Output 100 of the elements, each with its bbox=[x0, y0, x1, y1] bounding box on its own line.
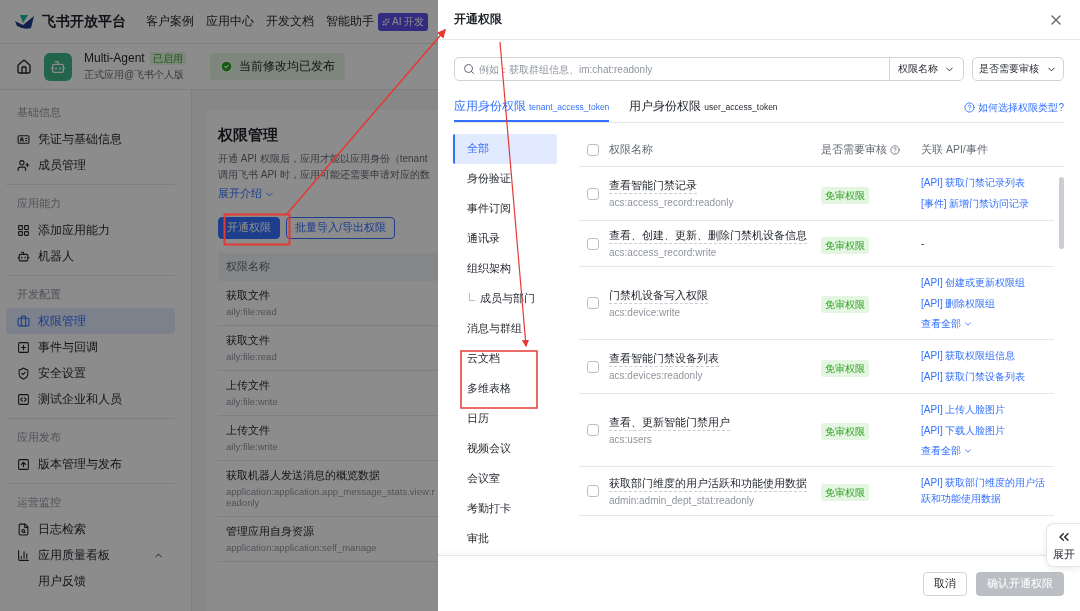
user-plus-icon bbox=[17, 158, 30, 172]
row-checkbox[interactable] bbox=[587, 360, 599, 373]
footer-button[interactable]: 取消 bbox=[923, 571, 967, 596]
api-link[interactable]: [API] 删除权限组 bbox=[921, 296, 1054, 312]
view-all-link[interactable]: 查看全部 bbox=[921, 317, 1054, 331]
api-link[interactable]: [API] 创建或更新权限组 bbox=[921, 275, 1054, 291]
grid-icon bbox=[17, 223, 30, 237]
sidebar-item[interactable]: 添加应用能力 bbox=[6, 217, 175, 243]
api-link[interactable]: [API] 下载人脸图片 bbox=[921, 423, 1054, 439]
permission-name: 获取部门维度的用户活跃和功能使用数据 bbox=[609, 476, 807, 492]
category-item[interactable]: 消息与群组 bbox=[453, 314, 557, 344]
permission-name: 查看、创建、更新、删除门禁机设备信息 bbox=[609, 229, 807, 244]
select-all-checkbox[interactable] bbox=[587, 144, 599, 156]
api-link[interactable]: [API] 获取门禁设备列表 bbox=[921, 369, 1054, 385]
nav-link[interactable]: 客户案例 bbox=[146, 13, 194, 30]
sidebar-item[interactable]: 机器人 bbox=[6, 243, 175, 269]
ai-badge: AI 开发 bbox=[378, 12, 429, 31]
sidebar-item[interactable]: 事件与回调 bbox=[6, 334, 175, 360]
action-button[interactable]: 开通权限 bbox=[218, 217, 280, 239]
column-header: 关联 API/事件 bbox=[921, 143, 989, 157]
category-item[interactable]: 日历 bbox=[453, 404, 557, 434]
highlight-frame bbox=[223, 213, 291, 246]
row-checkbox[interactable] bbox=[587, 485, 599, 497]
help-link[interactable]: 如何选择权限类型? bbox=[964, 100, 1064, 115]
api-link[interactable]: [API] 获取权限组信息 bbox=[921, 348, 1054, 364]
square-plus-icon bbox=[17, 340, 30, 354]
home-icon[interactable] bbox=[16, 58, 32, 75]
permission-name: 上传文件 bbox=[226, 379, 271, 393]
review-badge: 免审权限 bbox=[821, 186, 869, 204]
logo-icon bbox=[14, 13, 36, 30]
category-item[interactable]: 视频会议 bbox=[453, 434, 557, 464]
category-item[interactable]: 组织架构 bbox=[453, 254, 557, 284]
briefcase-icon bbox=[17, 314, 30, 328]
permission-name: 管理应用自身资源 bbox=[226, 525, 315, 539]
sidebar-item[interactable]: 用户反馈 bbox=[6, 568, 175, 594]
permission-code: acs:access_record:write bbox=[609, 247, 718, 258]
permission-code: aily:file:write bbox=[226, 441, 279, 452]
nav-link[interactable]: 智能助手 bbox=[326, 13, 374, 30]
help-icon[interactable] bbox=[890, 145, 900, 155]
permission-name: 获取机器人发送消息的概览数据 bbox=[226, 469, 381, 483]
scrollbar[interactable] bbox=[1059, 177, 1064, 249]
sidebar-item[interactable]: 测试企业和人员 bbox=[6, 386, 175, 412]
category-item[interactable]: 身份验证 bbox=[453, 164, 557, 194]
sidebar-item[interactable]: 版本管理与发布 bbox=[6, 451, 175, 477]
permission-name: 查看、更新智能门禁用户 bbox=[609, 415, 730, 431]
column-header: 是否需要审核 bbox=[821, 143, 921, 157]
api-link[interactable]: [API] 获取门禁记录列表 bbox=[921, 175, 1054, 191]
row-checkbox[interactable] bbox=[587, 187, 599, 200]
view-all-link[interactable]: 查看全部 bbox=[921, 444, 1054, 458]
expand-link[interactable]: 展开介绍 bbox=[218, 187, 275, 201]
permission-code: admin:admin_dept_stat:readonly bbox=[609, 494, 756, 506]
search-icon bbox=[463, 63, 475, 75]
bar-chart-icon bbox=[17, 548, 30, 562]
row-checkbox[interactable] bbox=[587, 237, 599, 250]
chevron-down-icon bbox=[963, 446, 973, 456]
row-checkbox[interactable] bbox=[587, 424, 599, 436]
nav-link[interactable]: 应用中心 bbox=[206, 13, 254, 30]
action-button[interactable]: 批量导入/导出权限 bbox=[286, 217, 395, 239]
app-subtitle: 正式应用@飞书个人版 bbox=[84, 68, 186, 82]
row-checkbox[interactable] bbox=[587, 297, 599, 309]
app-name: Multi-Agent 已启用 bbox=[84, 51, 186, 66]
tab[interactable]: 用户身份权限 user_access_token bbox=[629, 92, 778, 122]
sidebar-item[interactable]: 成员管理 bbox=[6, 152, 175, 178]
permission-code: aily:file:write bbox=[226, 396, 279, 407]
permission-code: application:application:self_manage bbox=[226, 542, 378, 553]
sparkle-icon bbox=[382, 17, 390, 26]
category-item[interactable]: 通讯录 bbox=[453, 224, 557, 254]
category-item[interactable]: 会议室 bbox=[453, 464, 557, 494]
category-item[interactable]: 全部 bbox=[453, 134, 557, 164]
sidebar-item[interactable]: 安全设置 bbox=[6, 360, 175, 386]
search-field[interactable]: 例如：获取群组信息、im:chat:readonly 权限名称 bbox=[454, 57, 964, 81]
page-title: 权限管理 bbox=[218, 126, 279, 145]
nav-link[interactable]: 开发文档 bbox=[266, 13, 314, 30]
permission-code: acs:devices:readonly bbox=[609, 370, 704, 381]
category-item[interactable]: 事件订阅 bbox=[453, 194, 557, 224]
status-tag: 已启用 bbox=[149, 52, 186, 65]
review-badge: 免审权限 bbox=[821, 296, 869, 313]
sidebar-item[interactable]: 日志检索 bbox=[6, 516, 175, 542]
app-icon bbox=[44, 52, 72, 81]
api-link[interactable]: [API] 上传人脸图片 bbox=[921, 402, 1054, 418]
code-icon bbox=[17, 392, 30, 406]
api-link[interactable]: [API] 获取部门维度的用户活跃和功能使用数据 bbox=[921, 475, 1054, 507]
category-item[interactable]: 云文档 bbox=[453, 344, 557, 374]
expand-toggle[interactable]: 展开 bbox=[1046, 523, 1080, 567]
permission-name: 门禁机设备写入权限 bbox=[609, 288, 708, 304]
category-item[interactable]: 多维表格 bbox=[453, 374, 557, 404]
sidebar-item[interactable]: 凭证与基础信息 bbox=[6, 126, 175, 152]
category-item[interactable]: 审批 bbox=[453, 524, 557, 554]
robot-icon bbox=[17, 249, 30, 263]
permission-name: 获取文件 bbox=[226, 289, 271, 303]
upload-icon bbox=[17, 457, 30, 471]
sidebar-item[interactable]: 应用质量看板 bbox=[6, 542, 175, 568]
permission-name: 查看智能门禁记录 bbox=[609, 179, 697, 194]
field-dropdown[interactable]: 权限名称 bbox=[889, 58, 963, 80]
permission-name: 查看智能门禁设备列表 bbox=[609, 352, 719, 367]
review-badge: 免审权限 bbox=[821, 236, 869, 254]
api-link[interactable]: [事件] 新增门禁访问记录 bbox=[921, 196, 1054, 212]
review-dropdown[interactable]: 是否需要审核 bbox=[972, 57, 1064, 81]
column-header: 权限名称 bbox=[218, 253, 438, 281]
category-item[interactable]: 考勤打卡 bbox=[453, 494, 557, 524]
